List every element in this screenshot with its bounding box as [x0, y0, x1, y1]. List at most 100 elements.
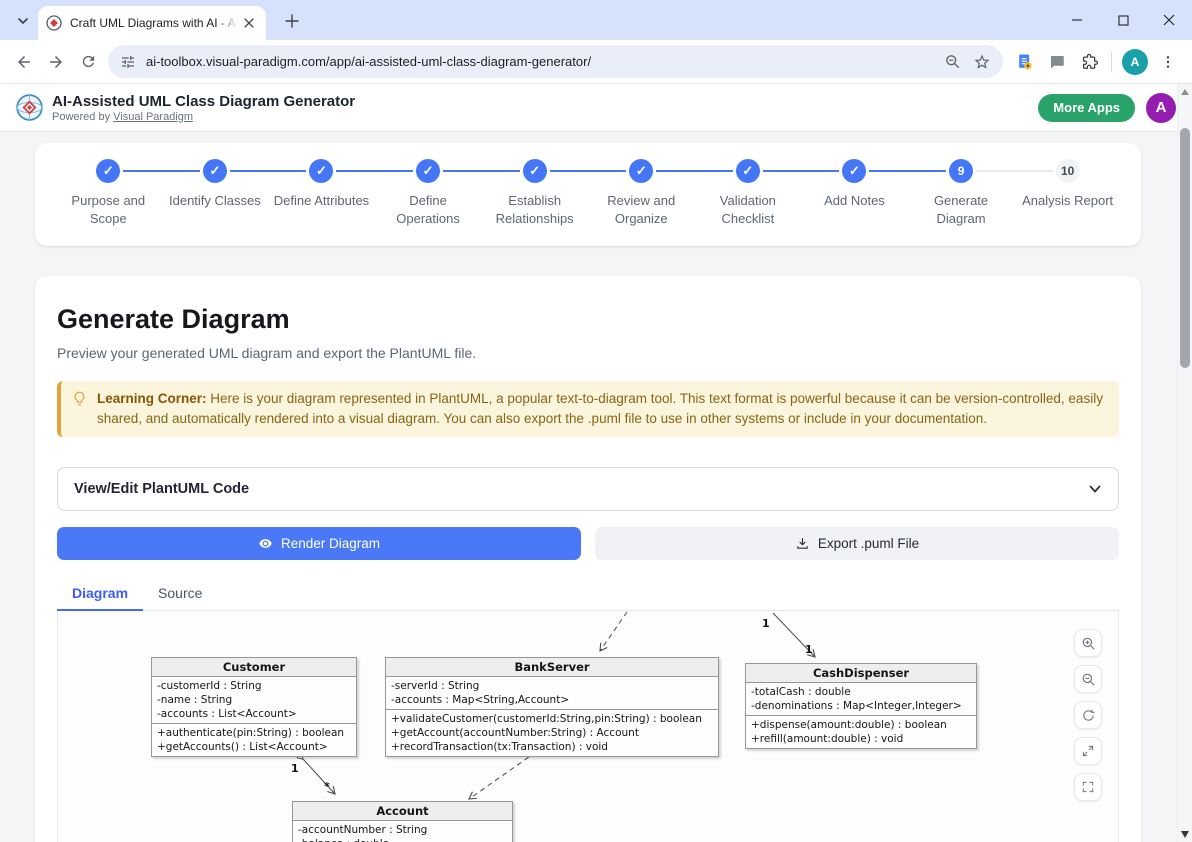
- multiplicity-label: *: [324, 780, 330, 793]
- aggregation-to-account: [303, 759, 335, 794]
- powered-by: Powered by Visual Paradigm: [52, 111, 355, 123]
- action-buttons: Render Diagram Export .puml File: [57, 527, 1119, 560]
- reset-view-icon: [1081, 708, 1096, 723]
- app-logo: [16, 94, 43, 121]
- docs-extension-button[interactable]: [1009, 46, 1041, 78]
- class-attributes: -totalCash : double-denominations : Map<…: [746, 683, 976, 716]
- canvas-toolbar: [1074, 629, 1102, 801]
- check-icon: ✓: [849, 163, 860, 179]
- class-operations: +validateCustomer(customerId:String,pin:…: [386, 710, 718, 756]
- reload-button[interactable]: [72, 46, 104, 78]
- zoom-in-icon: [1081, 636, 1096, 651]
- class-name: CashDispenser: [746, 664, 976, 683]
- tab-source[interactable]: Source: [143, 577, 217, 610]
- step-circle-current: 9: [949, 159, 973, 183]
- lightbulb-icon: [72, 391, 87, 406]
- chevron-down-icon: [1088, 482, 1102, 496]
- uml-class-cashdispenser[interactable]: CashDispenser -totalCash : double-denomi…: [745, 663, 977, 749]
- download-icon: [795, 536, 810, 551]
- tab-search-button[interactable]: [9, 9, 36, 32]
- comment-icon: [1048, 53, 1066, 71]
- visual-paradigm-link[interactable]: Visual Paradigm: [113, 111, 193, 123]
- address-bar[interactable]: ai-toolbox.visual-paradigm.com/app/ai-as…: [108, 45, 1003, 78]
- check-icon: ✓: [316, 163, 327, 179]
- multiplicity-label: 1: [805, 643, 813, 656]
- step-label: Review and Organize: [589, 192, 693, 228]
- bookmark-star-icon[interactable]: [973, 53, 991, 71]
- export-puml-button[interactable]: Export .puml File: [595, 527, 1119, 560]
- zoom-out-button[interactable]: [1074, 665, 1102, 693]
- expand-button[interactable]: [1074, 737, 1102, 765]
- maximize-button[interactable]: [1100, 0, 1146, 40]
- expand-icon: [1081, 744, 1095, 758]
- new-tab-button[interactable]: [280, 9, 304, 33]
- step-circle-done: ✓: [629, 159, 653, 183]
- toolbar-divider: [1111, 52, 1112, 72]
- step-circle-done: ✓: [416, 159, 440, 183]
- reset-view-button[interactable]: [1074, 701, 1102, 729]
- profile-initial: A: [1131, 55, 1140, 69]
- maximize-icon: [1118, 15, 1129, 26]
- uml-class-account[interactable]: Account -accountNumber : String-balance …: [292, 801, 513, 842]
- class-operations: +authenticate(pin:String) : boolean+getA…: [152, 724, 356, 756]
- kebab-menu-icon: [1160, 54, 1176, 70]
- zoom-page-icon[interactable]: [944, 53, 961, 70]
- url-text[interactable]: ai-toolbox.visual-paradigm.com/app/ai-as…: [146, 54, 932, 69]
- scroll-up-icon[interactable]: [1181, 89, 1189, 95]
- more-apps-button[interactable]: More Apps: [1038, 94, 1135, 122]
- class-attributes: -customerId : String-name : String-accou…: [152, 677, 356, 724]
- favicon-icon: [46, 15, 62, 31]
- diagram-canvas[interactable]: 1 1 1 * Customer -customerId : String-na…: [57, 611, 1119, 842]
- step-label: Define Operations: [376, 192, 480, 228]
- learning-corner-text: Learning Corner: Here is your diagram re…: [97, 389, 1105, 429]
- check-icon: ✓: [209, 163, 220, 179]
- eye-icon: [258, 536, 273, 551]
- step-circle-done: ✓: [309, 159, 333, 183]
- app-header: AI-Assisted UML Class Diagram Generator …: [0, 84, 1192, 132]
- tab-close-button[interactable]: [240, 14, 258, 32]
- stepper: ✓ Purpose and Scope ✓ Identify Classes ✓…: [55, 159, 1121, 228]
- browser-tab[interactable]: Craft UML Diagrams with AI - A: [38, 6, 266, 40]
- zoom-in-button[interactable]: [1074, 629, 1102, 657]
- minimize-button[interactable]: [1054, 0, 1100, 40]
- step-analysis-report[interactable]: 10 Analysis Report: [1014, 159, 1121, 228]
- scroll-down-icon[interactable]: [1181, 831, 1189, 838]
- tab-title-fade: [216, 6, 238, 40]
- uml-class-bankserver[interactable]: BankServer -serverId : String-accounts :…: [385, 657, 719, 757]
- minimize-icon: [1071, 14, 1083, 26]
- render-diagram-button[interactable]: Render Diagram: [57, 527, 581, 560]
- browser-menu-button[interactable]: [1152, 46, 1184, 78]
- step-label: Identify Classes: [169, 192, 261, 210]
- site-settings-icon[interactable]: [120, 54, 136, 70]
- scrollbar-thumb[interactable]: [1180, 128, 1190, 368]
- page-scrollbar[interactable]: [1177, 84, 1192, 842]
- page-title: Generate Diagram: [57, 276, 1119, 335]
- multiplicity-label: 1: [762, 617, 770, 630]
- class-name: Customer: [152, 658, 356, 677]
- back-icon: [15, 53, 33, 71]
- plantuml-code-collapse[interactable]: View/Edit PlantUML Code: [57, 467, 1119, 511]
- extensions-button[interactable]: [1073, 46, 1105, 78]
- step-number: 10: [1061, 164, 1074, 178]
- plus-icon: [285, 14, 299, 28]
- step-label: Validation Checklist: [696, 192, 800, 228]
- class-name: Account: [293, 802, 512, 821]
- forward-button[interactable]: [40, 46, 72, 78]
- tab-diagram[interactable]: Diagram: [57, 577, 143, 610]
- step-label: Analysis Report: [1022, 192, 1113, 210]
- back-button[interactable]: [8, 46, 40, 78]
- account-avatar[interactable]: A: [1146, 93, 1176, 123]
- uml-class-customer[interactable]: Customer -customerId : String-name : Str…: [151, 657, 357, 757]
- browser-profile-avatar[interactable]: A: [1122, 49, 1148, 75]
- fullscreen-button[interactable]: [1074, 773, 1102, 801]
- check-icon: ✓: [636, 163, 647, 179]
- close-window-button[interactable]: [1146, 0, 1192, 40]
- class-operations: +dispense(amount:double) : boolean+refil…: [746, 716, 976, 748]
- app-title: AI-Assisted UML Class Diagram Generator: [52, 93, 355, 110]
- step-label: Establish Relationships: [483, 192, 587, 228]
- check-icon: ✓: [423, 163, 434, 179]
- check-icon: ✓: [103, 163, 114, 179]
- collapse-label: View/Edit PlantUML Code: [74, 481, 249, 497]
- stepper-card: ✓ Purpose and Scope ✓ Identify Classes ✓…: [35, 143, 1141, 246]
- side-panel-button[interactable]: [1041, 46, 1073, 78]
